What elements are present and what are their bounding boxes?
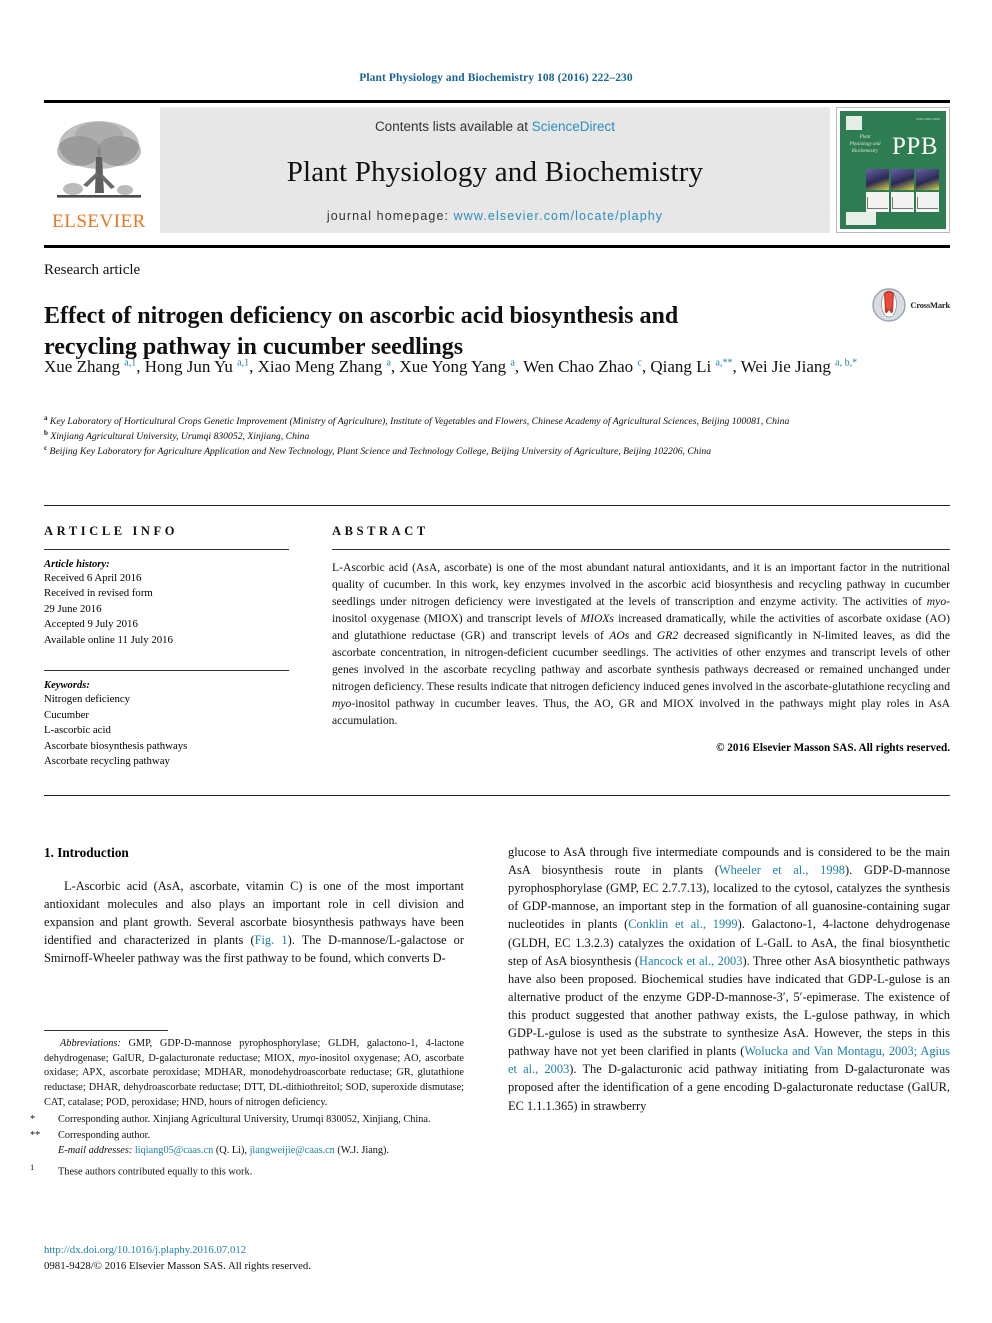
footnote-mark: 1 [30, 1161, 58, 1180]
keyword-item: Ascorbate recycling pathway [44, 754, 170, 767]
footnote-corresponding-2: ** Corresponding author. [30, 1129, 464, 1144]
cover-abbreviation: PPB [892, 133, 938, 160]
section-heading-introduction: 1. Introduction [44, 845, 129, 860]
email-owner-2: (W.J. Jiang). [337, 1145, 390, 1157]
cover-elsevier-logo-icon [846, 116, 862, 130]
issn-copyright: 0981-9428/© 2016 Elsevier Masson SAS. Al… [44, 1259, 312, 1272]
contents-list-line: Contents lists available at ScienceDirec… [375, 119, 615, 134]
affiliation-list: a Key Laboratory of Horticultural Crops … [44, 414, 884, 459]
homepage-url-link[interactable]: www.elsevier.com/locate/plaphy [454, 209, 663, 223]
masthead-center: Contents lists available at ScienceDirec… [160, 107, 830, 233]
cover-plot [866, 192, 889, 212]
author-list: Xue Zhang a,1, Hong Jun Yu a,1, Xiao Men… [44, 357, 858, 376]
cover-society-logo-icon [846, 212, 876, 225]
running-head: Plant Physiology and Biochemistry 108 (2… [359, 72, 633, 84]
article-history-label: Article history: [44, 559, 110, 570]
body-column-left: 1. Introduction L-Ascorbic acid (AsA, as… [44, 845, 464, 968]
affiliation-item: a Key Laboratory of Horticultural Crops … [44, 414, 884, 429]
cover-art: ISSN 0981-9428 Plant Physiology and Bioc… [840, 111, 946, 229]
abstract-copyright: © 2016 Elsevier Masson SAS. All rights r… [716, 742, 950, 755]
footer-block: http://dx.doi.org/10.1016/j.plaphy.2016.… [44, 1243, 474, 1274]
article-info-panel: ARTICLE INFO Article history: Received 6… [44, 524, 289, 769]
keyword-item: Cucumber [44, 708, 89, 721]
abstract-divider [332, 549, 950, 550]
masthead-bottom-rule [44, 245, 950, 248]
sciencedirect-link[interactable]: ScienceDirect [532, 119, 615, 134]
elsevier-wordmark: ELSEVIER [52, 211, 146, 232]
doi-link[interactable]: http://dx.doi.org/10.1016/j.plaphy.2016.… [44, 1243, 474, 1259]
cover-photo [891, 169, 914, 190]
body-column-right: glucose to AsA through five intermediate… [508, 843, 950, 1115]
journal-cover-thumbnail[interactable]: ISSN 0981-9428 Plant Physiology and Bioc… [836, 107, 950, 233]
article-info-heading: ARTICLE INFO [44, 524, 179, 538]
affiliation-text: Xinjiang Agricultural University, Urumqi… [50, 431, 310, 443]
history-item: Received in revised form [44, 587, 153, 600]
article-page: Plant Physiology and Biochemistry 108 (2… [0, 0, 992, 1323]
footnote-text: Corresponding author. [58, 1130, 151, 1142]
crossmark-label: CrossMark [910, 300, 950, 310]
affiliation-mark: b [44, 429, 48, 437]
history-item: Available online 11 July 2016 [44, 633, 173, 646]
affiliation-mark: a [44, 414, 48, 422]
homepage-prefix: journal homepage: [326, 209, 454, 223]
affiliation-item: b Xinjiang Agricultural University, Urum… [44, 429, 884, 444]
journal-masthead: ELSEVIER Contents lists available at Sci… [44, 100, 950, 233]
footnote-block: Abbreviations: GMP, GDP-D-mannose pyroph… [30, 1030, 465, 1180]
email-label: E-mail addresses: [58, 1145, 133, 1157]
footnote-mark: ** [30, 1130, 41, 1142]
affiliation-text: Key Laboratory of Horticultural Crops Ge… [49, 416, 790, 428]
abstract-heading: ABSTRACT [332, 524, 429, 538]
info-block-bottom-rule [44, 795, 950, 796]
footnote-emails: E-mail addresses: liqiang05@caas.cn (Q. … [44, 1144, 464, 1159]
history-item: 29 June 2016 [44, 602, 102, 615]
article-type-label: Research article [44, 262, 141, 278]
cover-photo-row [866, 169, 940, 190]
email-owner-1: (Q. Li), [215, 1145, 247, 1157]
footnote-rule [44, 1030, 168, 1031]
footnote-equal-contribution: 1 These authors contributed equally to th… [30, 1161, 464, 1180]
journal-homepage-line: journal homepage: www.elsevier.com/locat… [327, 209, 663, 223]
affiliation-item: c Beijing Key Laboratory for Agriculture… [44, 444, 884, 459]
keyword-item: Ascorbate biosynthesis pathways [44, 739, 188, 752]
cover-plot [891, 192, 914, 212]
footnote-text: Corresponding author. Xinjiang Agricultu… [58, 1113, 431, 1125]
contents-prefix: Contents lists available at [374, 119, 532, 134]
intro-paragraph-left: L-Ascorbic acid (AsA, ascorbate, vitamin… [44, 879, 465, 966]
cover-photo [916, 169, 939, 190]
affiliation-mark: c [44, 444, 48, 452]
footnote-mark: * [30, 1113, 36, 1125]
footnote-text: These authors contributed equally to thi… [58, 1166, 253, 1178]
affiliation-text: Beijing Key Laboratory for Agriculture A… [49, 446, 712, 458]
cover-photo [866, 169, 889, 190]
footnote-corresponding-1: * Corresponding author. Xinjiang Agricult… [30, 1113, 464, 1128]
email-link-2[interactable]: jiangweijie@caas.cn [250, 1145, 335, 1156]
crossmark-icon [872, 288, 907, 322]
abstract-panel: ABSTRACT L-Ascorbic acid (AsA, ascorbate… [332, 524, 950, 754]
cover-plot-row [866, 192, 940, 212]
cover-issn: ISSN 0981-9428 [916, 117, 940, 121]
footnote-abbreviations: Abbreviations: GMP, GDP-D-mannose pyroph… [44, 1038, 465, 1108]
keyword-item: L-ascorbic acid [44, 724, 111, 737]
intro-paragraph-right: glucose to AsA through five intermediate… [508, 845, 951, 1113]
cover-plot [916, 192, 939, 212]
article-info-divider [44, 549, 289, 550]
keyword-item: Nitrogen deficiency [44, 693, 131, 706]
page-title: Effect of nitrogen deficiency on ascorbi… [44, 303, 679, 360]
elsevier-tree-icon [57, 121, 141, 198]
keywords-divider [44, 670, 289, 672]
abstract-text: L-Ascorbic acid (AsA, ascorbate) is one … [332, 561, 951, 728]
crossmark-badge[interactable]: CrossMark [872, 288, 950, 322]
email-link-1[interactable]: liqiang05@caas.cn [135, 1145, 213, 1156]
elsevier-logo: ELSEVIER [44, 107, 154, 233]
keywords-label: Keywords: [44, 680, 90, 692]
history-item: Accepted 9 July 2016 [44, 618, 138, 631]
footnote-mark-sup: 1 [30, 1161, 35, 1172]
history-item: Received 6 April 2016 [44, 572, 142, 584]
cover-journal-name: Plant Physiology and Biochemistry [849, 135, 881, 154]
journal-title: Plant Physiology and Biochemistry [286, 156, 704, 188]
info-block-top-rule [44, 505, 950, 506]
